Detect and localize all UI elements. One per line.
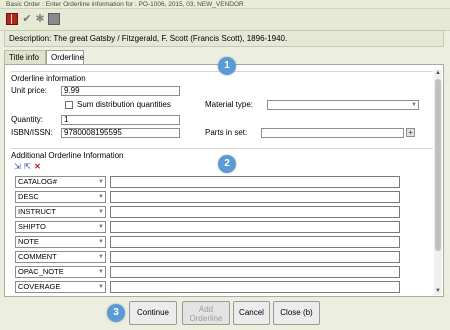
list-item: SHIPTO ▼ [15, 221, 400, 233]
book-icon[interactable] [6, 13, 18, 25]
scroll-up-arrow-icon[interactable]: ▲ [434, 69, 442, 77]
additional-section-title: Additional Orderline Information [11, 151, 124, 160]
code-select[interactable]: COMMENT ▼ [15, 251, 106, 263]
chevron-down-icon: ▼ [98, 284, 104, 290]
code-select[interactable]: DESC ▼ [15, 191, 106, 203]
window-title: Basic Order : Enter Orderline informatio… [6, 1, 244, 8]
code-label: COMMENT [18, 252, 57, 261]
parts-in-set-input[interactable] [261, 128, 404, 138]
window-title-bar: Basic Order : Enter Orderline informatio… [0, 0, 450, 9]
value-input[interactable] [110, 266, 400, 278]
code-label: DESC [18, 192, 39, 201]
value-input[interactable] [110, 281, 400, 293]
description-bar: Description: The great Gatsby / Fitzgera… [4, 30, 444, 47]
add-orderline-label-line2: Orderline [189, 314, 223, 323]
code-label: INSTRUCT [18, 207, 56, 216]
vertical-scrollbar[interactable]: ▲ ▼ [434, 69, 442, 295]
description-text: Description: The great Gatsby / Fitzgera… [9, 34, 288, 43]
code-label: NOTE [18, 237, 39, 246]
orderline-panel: Orderline information Unit price: 9.99 S… [4, 64, 444, 297]
isbn-label: ISBN/ISSN: [11, 128, 53, 137]
sum-distribution-checkbox[interactable] [65, 101, 73, 109]
code-select[interactable]: SHIPTO ▼ [15, 221, 106, 233]
callout-badge-2: 2 [218, 155, 236, 173]
scroll-thumb[interactable] [435, 79, 441, 251]
list-item: CATALOG# ▼ [15, 176, 400, 188]
chevron-down-icon: ▼ [98, 194, 104, 200]
list-item: INSTRUCT ▼ [15, 206, 400, 218]
code-label: COVERAGE [18, 282, 61, 291]
gear-icon[interactable]: ✱ [34, 13, 46, 25]
callout-badge-1: 1 [218, 57, 236, 75]
value-input[interactable] [110, 191, 400, 203]
quantity-input[interactable]: 1 [61, 115, 180, 125]
delete-row-icon[interactable]: ✕ [33, 162, 42, 171]
insert-row-icon[interactable]: ⇱ [23, 162, 32, 171]
sum-distribution-label: Sum distribution quantities [77, 100, 171, 109]
add-row-icon[interactable]: ⇲ [13, 162, 22, 171]
quantity-label: Quantity: [11, 115, 44, 124]
scroll-down-arrow-icon[interactable]: ▼ [434, 287, 442, 295]
code-select[interactable]: COVERAGE ▼ [15, 281, 106, 293]
add-orderline-label-line1: Add [198, 305, 214, 314]
chevron-down-icon: ▼ [98, 179, 104, 185]
code-label: CATALOG# [18, 177, 57, 186]
chevron-down-icon: ▼ [98, 239, 104, 245]
continue-button[interactable]: Continue [129, 301, 177, 325]
value-input[interactable] [110, 176, 400, 188]
value-input[interactable] [110, 206, 400, 218]
add-parts-button[interactable]: + [406, 128, 415, 137]
list-item: COVERAGE ▼ [15, 281, 400, 293]
tab-orderline[interactable]: Orderline [46, 50, 84, 65]
code-label: SHIPTO [18, 222, 46, 231]
checkmark-icon[interactable]: ✔ [21, 13, 33, 25]
list-item: OPAC_NOTE ▼ [15, 266, 400, 278]
parts-in-set-label: Parts in set: [205, 128, 248, 137]
material-type-label: Material type: [205, 100, 254, 109]
add-orderline-button[interactable]: Add Orderline [182, 301, 230, 325]
orderline-information-section: Orderline information Unit price: 9.99 S… [11, 71, 433, 147]
chevron-down-icon: ▼ [98, 269, 104, 275]
chevron-down-icon: ▼ [98, 254, 104, 260]
code-select[interactable]: CATALOG# ▼ [15, 176, 106, 188]
orderline-section-title: Orderline information [11, 74, 86, 83]
close-button[interactable]: Close (b) [273, 301, 320, 325]
cancel-button[interactable]: Cancel [233, 301, 270, 325]
code-select[interactable]: INSTRUCT ▼ [15, 206, 106, 218]
list-item: DESC ▼ [15, 191, 400, 203]
value-input[interactable] [110, 251, 400, 263]
chevron-down-icon: ▼ [98, 209, 104, 215]
tab-title-info[interactable]: Title info [4, 50, 46, 65]
save-icon[interactable] [48, 13, 60, 25]
chevron-down-icon: ▼ [98, 224, 104, 230]
list-item: COMMENT ▼ [15, 251, 400, 263]
unit-price-label: Unit price: [11, 86, 48, 95]
list-item: NOTE ▼ [15, 236, 400, 248]
isbn-input[interactable]: 9780008195595 [61, 128, 180, 138]
unit-price-input[interactable]: 9.99 [61, 86, 180, 96]
toolbar: ✔ ✱ [0, 9, 450, 31]
value-input[interactable] [110, 221, 400, 233]
code-label: OPAC_NOTE [18, 267, 64, 276]
code-select[interactable]: NOTE ▼ [15, 236, 106, 248]
callout-badge-3: 3 [107, 304, 125, 322]
chevron-down-icon: ▼ [411, 102, 417, 108]
code-select[interactable]: OPAC_NOTE ▼ [15, 266, 106, 278]
material-type-select[interactable]: ▼ [267, 100, 419, 110]
value-input[interactable] [110, 236, 400, 248]
